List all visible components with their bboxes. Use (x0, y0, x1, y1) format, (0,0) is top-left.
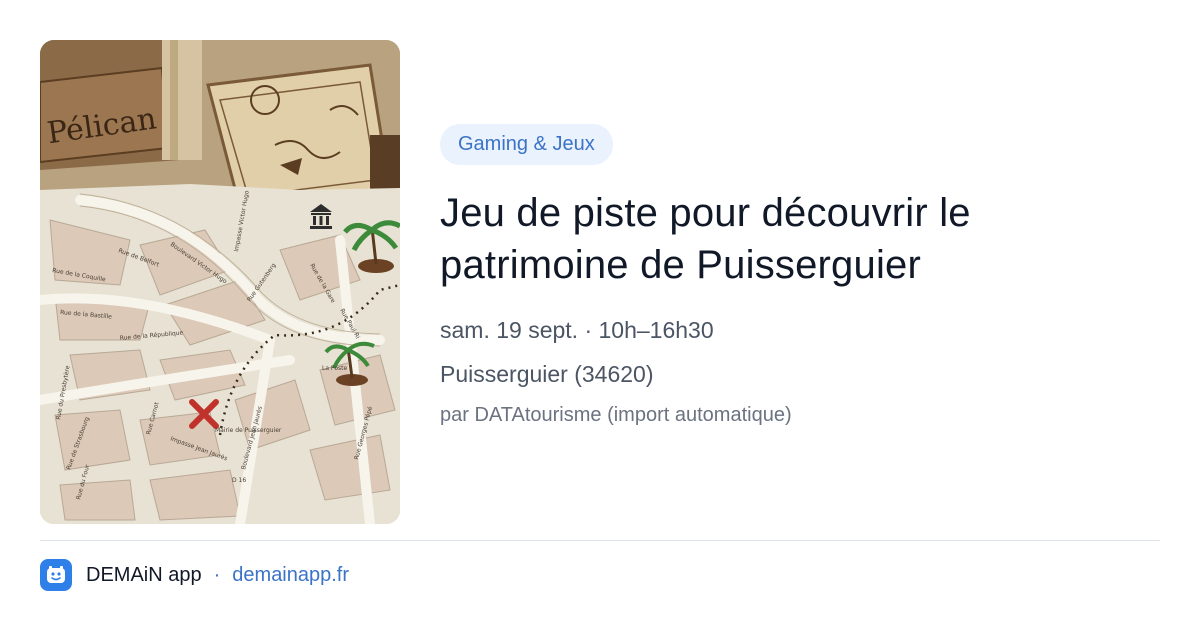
event-details: Gaming & Jeux Jeu de piste pour découvri… (440, 124, 1160, 429)
event-datetime: sam. 19 sept. · 10h–16h30 (440, 317, 714, 343)
event-source: par DATAtourisme (import automatique) (440, 404, 792, 426)
category-tag[interactable]: Gaming & Jeux (440, 124, 613, 165)
street-label: D 16 (232, 477, 246, 484)
street-label: Mairie de Puisserguier (215, 427, 282, 434)
event-location: Puisserguier (34620) (440, 361, 654, 387)
event-title[interactable]: Jeu de piste pour découvrir le patrimoin… (440, 187, 1160, 291)
domain-link[interactable]: demainapp.fr (232, 564, 349, 587)
demain-app-icon[interactable] (40, 559, 72, 591)
footer: DEMAiN app · demainapp.fr (40, 558, 349, 592)
treasure-map-illustration: Pélican Rue de Belfort Boulevard Victor … (40, 40, 400, 524)
separator-dot: · (213, 563, 221, 586)
app-name: DEMAiN app (86, 563, 202, 586)
app-logo-glyph (47, 566, 65, 583)
event-image[interactable]: Pélican Rue de Belfort Boulevard Victor … (40, 40, 400, 524)
street-label: La Poste (322, 365, 347, 372)
divider (40, 540, 1160, 541)
sign-board: Pélican (40, 66, 170, 164)
